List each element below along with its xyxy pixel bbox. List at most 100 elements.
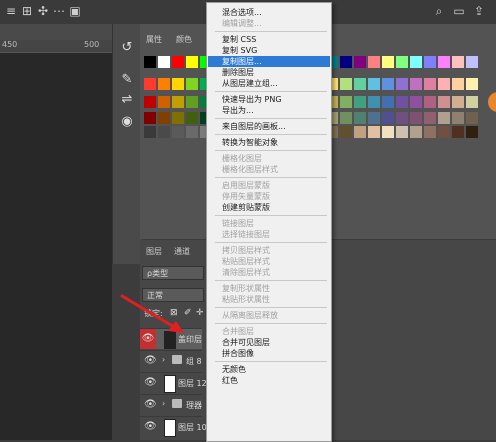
color-swatch[interactable]	[438, 56, 450, 68]
color-swatch[interactable]	[396, 56, 408, 68]
color-swatch[interactable]	[172, 78, 184, 90]
properties-icon[interactable]: ◉	[117, 112, 137, 132]
context-menu-item[interactable]: 复制图层...	[208, 56, 330, 67]
history-icon[interactable]: ↺	[117, 38, 137, 58]
tab-properties[interactable]: 属性	[146, 34, 162, 45]
color-swatch[interactable]	[382, 78, 394, 90]
color-swatch[interactable]	[452, 56, 464, 68]
color-swatch[interactable]	[368, 96, 380, 108]
layer-filter-select[interactable]: ρ类型	[142, 266, 204, 280]
color-swatch[interactable]	[186, 78, 198, 90]
context-menu-item[interactable]: 删除图层	[208, 67, 330, 78]
color-swatch[interactable]	[368, 56, 380, 68]
canvas-area[interactable]	[0, 53, 112, 440]
color-swatch[interactable]	[466, 126, 478, 138]
color-swatch[interactable]	[354, 56, 366, 68]
color-swatch[interactable]	[158, 126, 170, 138]
tab-color[interactable]: 颜色	[176, 34, 192, 45]
context-menu-item[interactable]: 拼合图像	[208, 348, 330, 359]
color-swatch[interactable]	[410, 112, 422, 124]
color-swatch[interactable]	[368, 78, 380, 90]
context-menu-item[interactable]: 导出为...	[208, 105, 330, 116]
visibility-eye-icon[interactable]: 👁	[144, 377, 157, 389]
color-swatch[interactable]	[438, 126, 450, 138]
color-swatch[interactable]	[144, 78, 156, 90]
visibility-eye-icon[interactable]: 👁	[144, 355, 157, 367]
color-swatch[interactable]	[424, 56, 436, 68]
color-swatch[interactable]	[354, 112, 366, 124]
color-swatch[interactable]	[144, 126, 156, 138]
color-swatch[interactable]	[144, 96, 156, 108]
color-swatch[interactable]	[424, 78, 436, 90]
color-swatch[interactable]	[340, 112, 352, 124]
brush-icon[interactable]: ✎	[117, 70, 137, 90]
color-swatch[interactable]	[340, 78, 352, 90]
distribute-icon[interactable]: ✣	[36, 4, 50, 18]
color-swatch[interactable]	[186, 112, 198, 124]
lock-move-icon[interactable]: ✛	[196, 308, 204, 318]
color-swatch[interactable]	[382, 126, 394, 138]
search-icon[interactable]: ⌕	[432, 4, 446, 18]
color-swatch[interactable]	[424, 96, 436, 108]
color-swatch[interactable]	[438, 112, 450, 124]
color-swatch[interactable]	[396, 78, 408, 90]
color-swatch[interactable]	[368, 112, 380, 124]
color-swatch[interactable]	[466, 112, 478, 124]
context-menu-item[interactable]: 来自图层的画板...	[208, 121, 330, 132]
color-swatch[interactable]	[354, 96, 366, 108]
color-swatch[interactable]	[438, 78, 450, 90]
color-swatch[interactable]	[382, 56, 394, 68]
color-swatch[interactable]	[144, 112, 156, 124]
color-swatch[interactable]	[452, 96, 464, 108]
color-swatch[interactable]	[452, 126, 464, 138]
color-swatch[interactable]	[368, 126, 380, 138]
workspace-icon[interactable]: ▭	[452, 4, 466, 18]
color-swatch[interactable]	[158, 78, 170, 90]
color-swatch[interactable]	[424, 112, 436, 124]
color-swatch[interactable]	[466, 56, 478, 68]
context-menu-item[interactable]: 转换为智能对象	[208, 137, 330, 148]
color-swatch[interactable]	[424, 126, 436, 138]
color-swatch[interactable]	[340, 96, 352, 108]
layer-row[interactable]: 👁 图层 10	[140, 416, 207, 437]
color-swatch[interactable]	[186, 56, 198, 68]
color-swatch[interactable]	[410, 126, 422, 138]
color-swatch[interactable]	[172, 96, 184, 108]
context-menu-item[interactable]: 合并可见图层	[208, 337, 330, 348]
tab-channels[interactable]: 通道	[174, 246, 190, 257]
color-swatch[interactable]	[172, 56, 184, 68]
color-swatch[interactable]	[354, 78, 366, 90]
context-menu-item[interactable]: 创建剪贴蒙版	[208, 202, 330, 213]
color-swatch[interactable]	[466, 78, 478, 90]
color-swatch[interactable]	[172, 112, 184, 124]
expand-chevron-icon[interactable]: ›	[162, 399, 165, 408]
color-swatch[interactable]	[382, 96, 394, 108]
more-icon[interactable]: ⋯	[52, 4, 66, 18]
3d-icon[interactable]: ▣	[68, 4, 82, 18]
align-left-icon[interactable]: ≡	[4, 4, 18, 18]
context-menu-item[interactable]: 从图层建立组...	[208, 78, 330, 89]
context-menu-item[interactable]: 红色	[208, 375, 330, 386]
color-swatch[interactable]	[396, 112, 408, 124]
color-swatch[interactable]	[186, 126, 198, 138]
layer-row[interactable]: 👁 › 组 8	[140, 350, 202, 371]
color-swatch[interactable]	[438, 96, 450, 108]
color-swatch[interactable]	[340, 126, 352, 138]
color-swatch[interactable]	[410, 78, 422, 90]
color-swatch[interactable]	[452, 78, 464, 90]
layer-row[interactable]: 👁 › 理器	[140, 394, 202, 415]
adjust-icon[interactable]: ⇌	[117, 90, 137, 110]
share-icon[interactable]: ⇪	[472, 4, 486, 18]
context-menu-item[interactable]: 复制 SVG	[208, 45, 330, 56]
color-swatch[interactable]	[354, 126, 366, 138]
color-swatch[interactable]	[158, 96, 170, 108]
color-swatch[interactable]	[186, 96, 198, 108]
color-swatch[interactable]	[158, 112, 170, 124]
context-menu-item[interactable]: 快速导出为 PNG	[208, 94, 330, 105]
visibility-eye-icon[interactable]: 👁	[144, 399, 157, 411]
color-swatch[interactable]	[466, 96, 478, 108]
color-swatch[interactable]	[144, 56, 156, 68]
color-swatch[interactable]	[452, 112, 464, 124]
color-swatch[interactable]	[382, 112, 394, 124]
expand-chevron-icon[interactable]: ›	[162, 355, 165, 364]
